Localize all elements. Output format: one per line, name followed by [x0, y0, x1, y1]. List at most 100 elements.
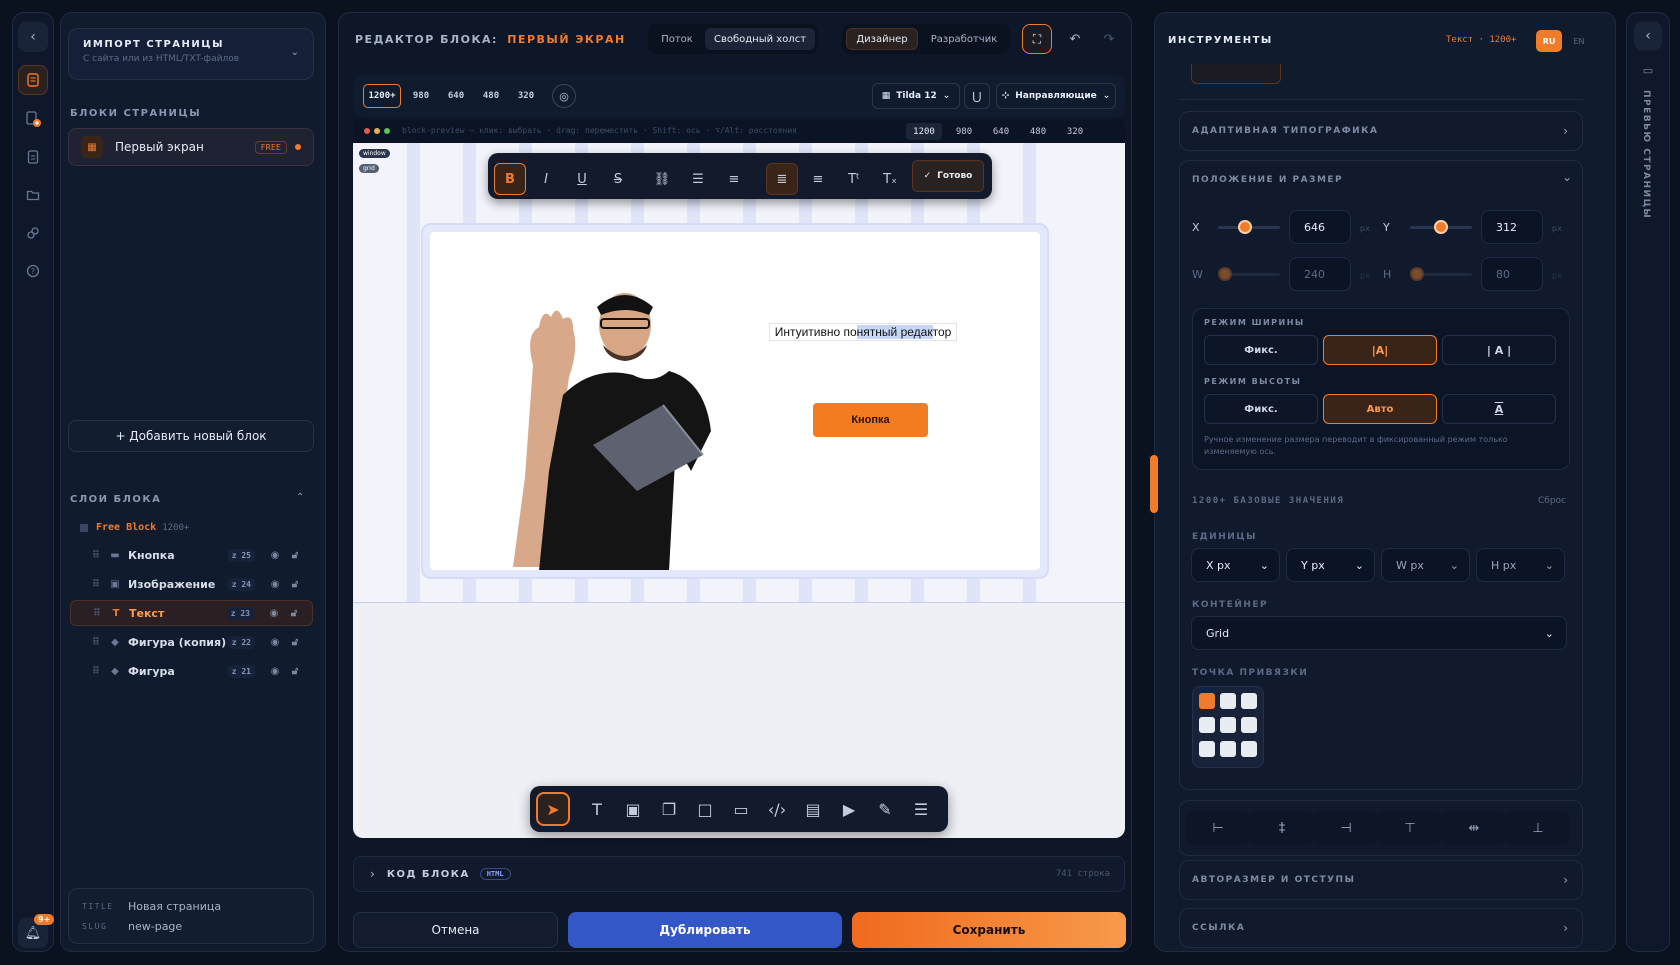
x-input[interactable]: 646	[1289, 210, 1351, 244]
bold-button[interactable]: B	[494, 163, 526, 195]
height-fill-option[interactable]: A	[1442, 394, 1556, 424]
gallery-tool[interactable]: ❐	[652, 792, 686, 826]
drag-handle-icon[interactable]: ⠿	[92, 550, 102, 561]
lock-icon[interactable]: 🔓︎	[285, 579, 305, 590]
bp-settings-button[interactable]: ◎	[552, 84, 576, 108]
align-top-button[interactable]: ⊤	[1378, 811, 1442, 845]
collapse-left-button[interactable]: ‹	[18, 22, 48, 52]
canvas-button-element[interactable]: Кнопка	[813, 403, 928, 437]
y-unit-select[interactable]: Y px ⌄	[1286, 548, 1375, 582]
drag-handle-icon[interactable]: ⠿	[92, 666, 102, 677]
hero-person-image[interactable]	[513, 275, 723, 570]
cancel-button[interactable]: Отмена	[353, 912, 558, 948]
import-page-dropdown[interactable]: ИМПОРТ СТРАНИЦЫ С сайта или из HTML/TXT-…	[68, 28, 314, 80]
lock-icon[interactable]: 🔓︎	[285, 666, 305, 677]
ordered-list-button[interactable]: ☰	[682, 163, 714, 195]
redo-button[interactable]: ↷	[1096, 26, 1122, 52]
lock-icon[interactable]: 🔓︎	[284, 608, 304, 619]
rail-help-button[interactable]: ?	[18, 256, 48, 286]
rail-link-button[interactable]	[18, 218, 48, 248]
bullet-list-button[interactable]: ≡	[718, 163, 750, 195]
bp-480[interactable]: 480	[475, 84, 507, 108]
layer-root[interactable]: Free Block 1200+	[80, 522, 189, 533]
preset-tab-active[interactable]	[1191, 64, 1281, 84]
snap-button[interactable]: ⋃	[964, 83, 990, 109]
video-tool[interactable]: ▶	[832, 792, 866, 826]
done-button[interactable]: ✓ Готово	[912, 160, 984, 192]
section-link[interactable]: ССЫЛКА ›	[1179, 908, 1583, 948]
anchor-middle-center[interactable]	[1220, 717, 1236, 733]
anchor-bottom-left[interactable]	[1199, 741, 1215, 757]
code-tool[interactable]: ‹/›	[760, 792, 794, 826]
preview-bp-980[interactable]: 980	[947, 123, 981, 140]
collapse-right-button[interactable]: ‹	[1634, 22, 1662, 50]
align-left-button[interactable]: ⊢	[1186, 811, 1250, 845]
add-block-button[interactable]: + Добавить новый блок	[68, 420, 314, 452]
height-auto-option[interactable]: Авто	[1323, 394, 1437, 424]
layer-item-selected[interactable]: ⠿ T Текст z 23 ◉ 🔓︎	[70, 600, 313, 626]
align-bottom-button[interactable]: ⊥	[1506, 811, 1570, 845]
bp-640[interactable]: 640	[440, 84, 472, 108]
page-title-value[interactable]: Новая страница	[128, 900, 221, 913]
rail-pages-button[interactable]	[18, 65, 48, 95]
slider-thumb[interactable]	[1238, 220, 1252, 234]
eye-icon[interactable]: ◉	[264, 608, 284, 619]
panel-resize-handle[interactable]	[1150, 455, 1158, 513]
save-button[interactable]: Сохранить	[852, 912, 1126, 948]
rail-doc-button[interactable]	[18, 142, 48, 172]
button-tool[interactable]: ▭	[724, 792, 758, 826]
height-fixed-option[interactable]: Фикс.	[1204, 394, 1318, 424]
canvas-text-element[interactable]: Интуитивно по нятный редак тор	[769, 323, 957, 341]
eye-icon[interactable]: ◉	[265, 637, 285, 648]
align-center-button[interactable]: ≡	[802, 163, 834, 195]
anchor-middle-right[interactable]	[1241, 717, 1257, 733]
lock-icon[interactable]: 🔓︎	[285, 637, 305, 648]
y-input[interactable]: 312	[1481, 210, 1543, 244]
text-tool[interactable]: T	[580, 792, 614, 826]
bp-1200[interactable]: 1200+	[363, 84, 401, 108]
block-item-first-screen[interactable]: ▦ Первый экран FREE	[68, 128, 314, 166]
pen-tool[interactable]: ✎	[868, 792, 902, 826]
bp-320[interactable]: 320	[510, 84, 542, 108]
eye-icon[interactable]: ◉	[265, 666, 285, 677]
anchor-top-left[interactable]	[1199, 693, 1215, 709]
select-tool[interactable]: ➤	[536, 792, 570, 826]
layer-item[interactable]: ⠿ ◆ Фигура (копия) z 22 ◉ 🔓︎	[70, 629, 313, 655]
preview-bp-1200[interactable]: 1200	[906, 123, 942, 140]
link-button[interactable]: ⛓︎	[646, 163, 678, 195]
drag-handle-icon[interactable]: ⠿	[93, 608, 103, 619]
anchor-middle-left[interactable]	[1199, 717, 1215, 733]
x-unit-select[interactable]: X px ⌄	[1191, 548, 1280, 582]
h-input[interactable]: 80	[1481, 257, 1543, 291]
shape-tool[interactable]: □	[688, 792, 722, 826]
grid-select[interactable]: ▦ Tilda 12 ⌄	[872, 83, 960, 109]
h-unit-select[interactable]: H px ⌄	[1476, 548, 1565, 582]
layer-item[interactable]: ⠿ ▣ Изображение z 24 ◉ 🔓︎	[70, 571, 313, 597]
preview-bp-320[interactable]: 320	[1058, 123, 1092, 140]
preview-toggle-button[interactable]: ▭	[1636, 58, 1660, 82]
slider-thumb[interactable]	[1434, 220, 1448, 234]
anchor-top-center[interactable]	[1220, 693, 1236, 709]
tab-flow[interactable]: Поток	[652, 28, 702, 50]
bp-980[interactable]: 980	[405, 84, 437, 108]
w-unit-select[interactable]: W px ⌄	[1381, 548, 1470, 582]
underline-button[interactable]: U	[566, 163, 598, 195]
eye-icon[interactable]: ◉	[265, 579, 285, 590]
width-auto-option[interactable]: |A|	[1323, 335, 1437, 365]
slider-thumb[interactable]	[1218, 267, 1232, 281]
width-fixed-option[interactable]: Фикс.	[1204, 335, 1318, 365]
canvas-area[interactable]: window grid Интуитивно по нятный редак тор…	[353, 143, 1125, 838]
preview-bp-480[interactable]: 480	[1021, 123, 1055, 140]
guides-select[interactable]: ⊹ Направляющие ⌄	[996, 83, 1116, 109]
x-slider[interactable]	[1218, 220, 1280, 234]
section-adaptive-typography[interactable]: АДАПТИВНАЯ ТИПОГРАФИКА ›	[1179, 111, 1583, 151]
section-position-title[interactable]: ПОЛОЖЕНИЕ И РАЗМЕР	[1192, 175, 1343, 185]
form-tool[interactable]: ▤	[796, 792, 830, 826]
drag-handle-icon[interactable]: ⠿	[92, 579, 102, 590]
chevron-down-icon[interactable]: ⌄	[1562, 170, 1572, 184]
anchor-bottom-right[interactable]	[1241, 741, 1257, 757]
anchor-top-right[interactable]	[1241, 693, 1257, 709]
lang-ru-button[interactable]: RU	[1536, 30, 1562, 52]
duplicate-button[interactable]: Дублировать	[568, 912, 842, 948]
w-slider[interactable]	[1218, 267, 1280, 281]
